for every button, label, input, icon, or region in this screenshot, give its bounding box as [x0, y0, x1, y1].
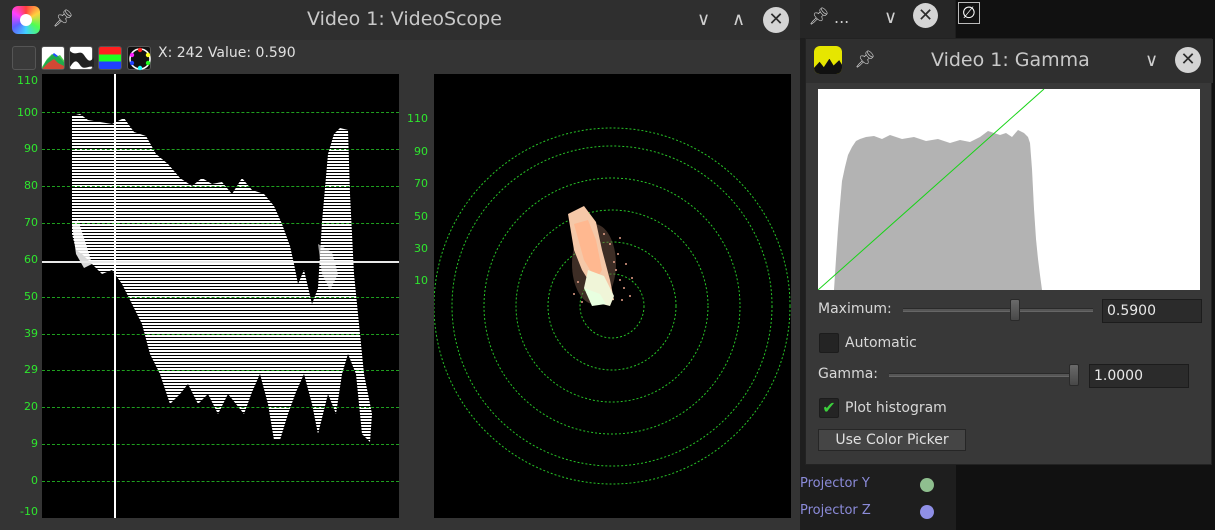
value-marker-line[interactable] [42, 261, 399, 263]
waveform-tick: 20 [24, 400, 38, 413]
vectorscope-tick: 10 [414, 274, 428, 287]
waveform-tick: -10 [20, 505, 38, 518]
gamma-field[interactable]: 1.0000 [1089, 364, 1189, 388]
waveform-icon[interactable] [69, 46, 94, 70]
waveform-tick: 50 [24, 290, 38, 303]
empty-set-icon[interactable]: ∅ [958, 2, 980, 24]
waveform-tick: 60 [24, 253, 38, 266]
projector-y-dot[interactable] [920, 478, 934, 492]
maximum-label: Maximum: [818, 301, 892, 317]
waveform-gridline [42, 407, 399, 408]
gamma-app-icon [814, 46, 842, 74]
automatic-label: Automatic [845, 335, 917, 351]
projector-z-dot[interactable] [920, 505, 934, 519]
gamma-histogram-plot[interactable] [818, 89, 1200, 290]
title-ellipsis: ... [834, 8, 850, 27]
waveform-gridline [42, 444, 399, 445]
waveform-display[interactable] [42, 74, 399, 518]
pin-icon[interactable]: 📌︎ [808, 7, 830, 27]
waveform-tick: 9 [31, 437, 38, 450]
waveform-tick: 100 [17, 106, 38, 119]
waveform-tick: 39 [24, 327, 38, 340]
window-title: Video 1: Gamma [931, 49, 1090, 71]
waveform-gridline [42, 186, 399, 187]
waveform-tick: 110 [17, 74, 38, 87]
maximum-slider-thumb[interactable] [1010, 299, 1021, 321]
vectorscope-tick: 50 [414, 210, 428, 223]
maximum-slider-track[interactable] [903, 308, 1093, 312]
pixel-readout: X: 242 Value: 0.590 [158, 45, 296, 61]
gamma-window: 📌︎ Video 1: Gamma ∨ ✕ Maximum: 0.5900 Au… [805, 38, 1213, 465]
videoscope-app-icon [12, 6, 40, 34]
waveform-tick: 90 [24, 142, 38, 155]
vectorscope-axis: 110 90 70 50 30 10 [402, 72, 432, 520]
vectorscope-tick: 110 [407, 112, 428, 125]
videoscope-titlebar[interactable]: 📌︎ Video 1: VideoScope ∨ ∧ ✕ [0, 0, 800, 40]
waveform-tick: 70 [24, 216, 38, 229]
scope-toolbar: X: 242 Value: 0.590 [0, 40, 800, 72]
videoscope-window: 📌︎ Video 1: VideoScope ∨ ∧ ✕ X: 242 Valu… [0, 0, 800, 530]
waveform-gridline [42, 370, 399, 371]
vectorscope-graph [434, 127, 791, 485]
vectorscope-tick: 30 [414, 242, 428, 255]
plot-histogram-checkbox[interactable]: ✔ [819, 398, 839, 418]
waveform-gridline [42, 297, 399, 298]
background-window-titlebar: 📌︎ ... ∨ ✕ [800, 0, 955, 38]
vectorscope-display[interactable] [434, 74, 791, 518]
vectorscope-icon[interactable] [127, 46, 151, 71]
blank-icon[interactable] [12, 46, 36, 70]
plot-histogram-label: Plot histogram [845, 400, 947, 416]
minimize-chevron-icon[interactable]: ∨ [1145, 50, 1158, 72]
waveform-gridline [42, 149, 399, 150]
waveform-trace [72, 114, 372, 442]
waveform-axis: 110 100 90 80 70 60 50 39 29 20 9 0 -10 [0, 72, 42, 520]
pin-icon[interactable]: 📌︎ [52, 9, 74, 29]
waveform-gridline [42, 112, 399, 113]
gamma-slider-track[interactable] [889, 373, 1079, 377]
projector-z-label: Projector Z [800, 503, 871, 518]
gamma-label: Gamma: [818, 366, 878, 382]
pin-icon[interactable]: 📌︎ [854, 50, 876, 70]
vectorscope-tick: 70 [414, 177, 428, 190]
gamma-slider-thumb[interactable] [1069, 364, 1079, 386]
maximize-chevron-icon[interactable]: ∧ [732, 9, 745, 31]
minimize-chevron-icon[interactable]: ∨ [884, 7, 897, 29]
minimize-chevron-icon[interactable]: ∨ [697, 9, 710, 31]
use-color-picker-button[interactable]: Use Color Picker [818, 429, 966, 451]
automatic-checkbox[interactable] [819, 333, 839, 353]
waveform-tick: 80 [24, 179, 38, 192]
waveform-tick: 0 [31, 474, 38, 487]
waveform-gridline [42, 334, 399, 335]
close-button[interactable]: ✕ [763, 7, 789, 33]
waveform-gridline [42, 223, 399, 224]
projector-y-label: Projector Y [800, 476, 870, 491]
close-button[interactable]: ✕ [1175, 47, 1201, 73]
close-button[interactable]: ✕ [913, 3, 938, 28]
waveform-tick: 29 [24, 363, 38, 376]
vectorscope-tick: 90 [414, 145, 428, 158]
waveform-gridline [42, 481, 399, 482]
gamma-titlebar[interactable]: 📌︎ Video 1: Gamma ∨ ✕ [806, 39, 1213, 83]
window-title: Video 1: VideoScope [307, 8, 502, 30]
histogram-icon[interactable] [41, 46, 65, 70]
rgb-parade-icon[interactable] [98, 46, 122, 70]
x-cursor-line[interactable] [114, 74, 116, 518]
histogram-graph [818, 89, 1045, 290]
maximum-field[interactable]: 0.5900 [1102, 299, 1202, 323]
checkmark-icon: ✔ [822, 398, 836, 417]
